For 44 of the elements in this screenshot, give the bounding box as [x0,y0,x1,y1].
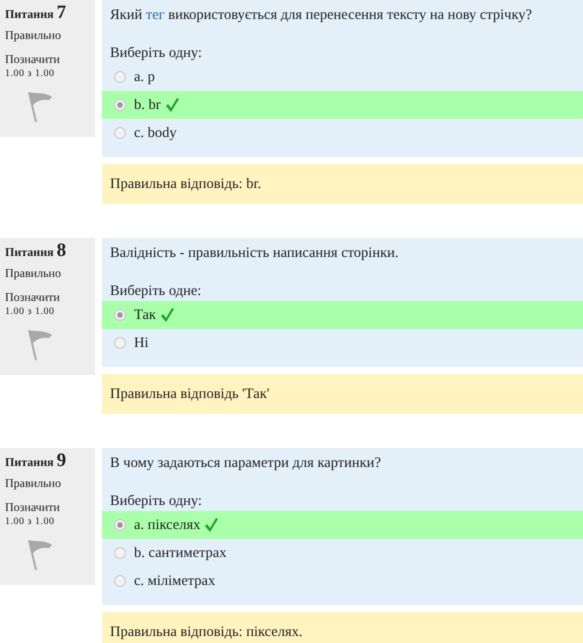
question-number: Питання 8 [5,242,68,261]
question-score: 1.00 з 1.00 [5,306,56,317]
radio-button[interactable] [114,71,126,83]
checkmark-icon [160,307,174,323]
answer-text: Ні [134,334,148,353]
question-text: В чому задаються параметри для картинки? [109,454,382,473]
correct-answer-feedback: Правильна відповідь: br. [102,164,583,204]
checkmark-icon [204,517,218,533]
question-number: Питання 9 [5,452,68,471]
answer-text: a. пікселях [134,516,200,535]
flag-label: Позначити [5,500,61,515]
flag-icon[interactable] [25,537,53,571]
answer-prompt: Виберіть одну: [109,492,203,511]
correct-answer-feedback: Правильна відповідь 'Так' [102,374,583,414]
radio-button[interactable] [114,309,126,321]
radio-button[interactable] [114,575,126,587]
answer-text: a. p [134,68,155,87]
radio-button[interactable] [114,127,126,139]
answer-text: c. body [134,124,177,143]
answer-prompt: Виберіть одну: [109,44,203,63]
answer-text: Так [134,306,156,325]
flag-label: Позначити [5,52,61,67]
question-score: 1.00 з 1.00 [5,68,56,79]
radio-button[interactable] [114,519,126,531]
answer-text: b. br [134,96,161,115]
flag-icon[interactable] [25,327,53,361]
question-number: Питання 7 [5,4,68,23]
flag-icon[interactable] [25,89,53,123]
question-text: Валідність - правильність написання сторінки. [109,244,400,263]
question-text: Який тег використовується для перенесення тексту на нову стрічку? [109,6,533,25]
answer-prompt: Виберіть одне: [109,282,202,301]
question-status: Правильно [5,28,62,43]
question-score: 1.00 з 1.00 [5,516,56,527]
correct-answer-feedback: Правильна відповідь: пікселях. [102,612,583,643]
answer-text: c. міліметрах [134,572,216,591]
answer-text: b. сантиметрах [134,544,226,563]
flag-label: Позначити [5,290,61,305]
glossary-link[interactable]: тег [146,7,165,23]
question-status: Правильно [5,476,62,491]
radio-button[interactable] [114,337,126,349]
radio-button[interactable] [114,547,126,559]
checkmark-icon [164,97,179,113]
question-status: Правильно [5,266,62,281]
radio-button[interactable] [114,99,126,111]
